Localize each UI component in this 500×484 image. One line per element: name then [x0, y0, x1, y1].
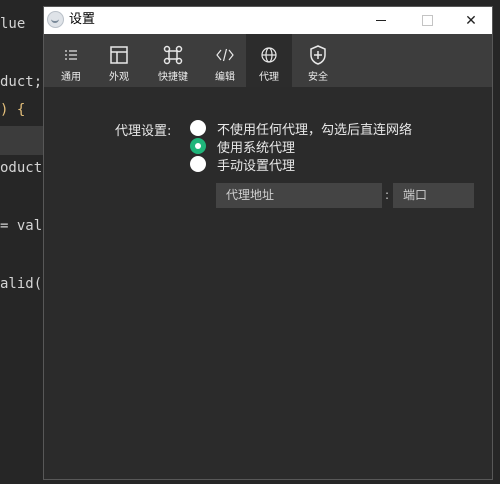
radio-no-proxy[interactable]: 不使用任何代理，勾选后直连网络: [190, 119, 413, 138]
minimize-icon: [376, 20, 386, 21]
tab-proxy[interactable]: 代理: [246, 34, 292, 87]
tab-label: 编辑: [215, 72, 235, 83]
code-icon: [202, 44, 248, 66]
command-icon: [150, 44, 196, 66]
minimize-button[interactable]: [358, 7, 404, 34]
proxy-settings-label: 代理设置:: [115, 124, 172, 139]
code-line: oduct: [0, 160, 43, 176]
settings-toolbar: 通用 外观 快捷键 编辑 代理 安全: [44, 34, 492, 87]
radio-label: 手动设置代理: [217, 158, 296, 174]
window-title: 设置: [69, 12, 96, 27]
tab-appearance[interactable]: 外观: [96, 34, 142, 87]
proxy-port-input[interactable]: 端口: [393, 183, 474, 208]
code-line: ) {: [0, 102, 26, 118]
radio-button[interactable]: [190, 120, 206, 136]
code-line: duct;: [0, 74, 43, 90]
list-icon: [48, 44, 94, 66]
radio-label: 使用系统代理: [217, 140, 296, 156]
tab-shortcuts[interactable]: 快捷键: [150, 34, 196, 87]
tab-security[interactable]: 安全: [295, 34, 341, 87]
globe-icon: [246, 44, 292, 66]
tab-label: 通用: [61, 72, 81, 83]
radio-label: 不使用任何代理，勾选后直连网络: [217, 122, 413, 138]
close-button[interactable]: ✕: [448, 7, 494, 34]
maximize-icon: [421, 15, 433, 26]
settings-window: 设置 ✕ 通用 外观 快捷键 编辑 代理 安全 代理设置: 不使用任何代理，勾选…: [43, 6, 493, 480]
tab-label: 代理: [259, 72, 279, 83]
code-line: lue: [0, 16, 26, 32]
tab-label: 外观: [109, 72, 129, 83]
shield-plus-icon: [295, 44, 341, 66]
close-icon: ✕: [465, 12, 477, 29]
app-icon: [47, 11, 64, 28]
radio-button[interactable]: [190, 156, 206, 172]
window-icon: [96, 44, 142, 66]
radio-system-proxy[interactable]: 使用系统代理: [190, 137, 296, 156]
code-line: = val: [0, 218, 43, 234]
current-line-highlight: [0, 126, 44, 155]
proxy-settings-panel: 代理设置: 不使用任何代理，勾选后直连网络 使用系统代理 手动设置代理 代理地址…: [44, 87, 492, 479]
tab-edit[interactable]: 编辑: [202, 34, 248, 87]
maximize-button[interactable]: [404, 7, 450, 34]
proxy-address-input[interactable]: 代理地址: [216, 183, 382, 208]
title-bar[interactable]: 设置 ✕: [44, 7, 492, 34]
tab-label: 快捷键: [158, 72, 188, 83]
tab-general[interactable]: 通用: [48, 34, 94, 87]
code-line: alid(: [0, 276, 43, 292]
address-port-separator: :: [385, 188, 390, 202]
radio-manual-proxy[interactable]: 手动设置代理: [190, 155, 296, 174]
radio-button[interactable]: [190, 138, 206, 154]
tab-label: 安全: [308, 72, 328, 83]
